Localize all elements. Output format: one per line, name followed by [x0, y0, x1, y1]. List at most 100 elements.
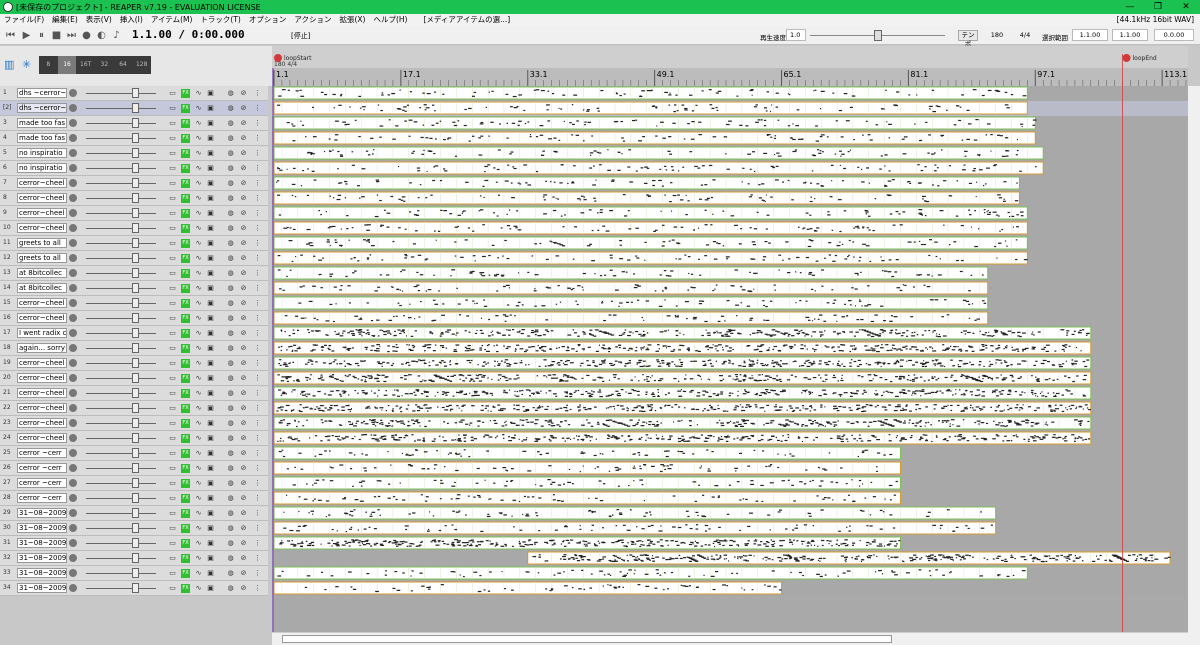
phase-icon[interactable]: ⊘ [239, 389, 248, 398]
track-row[interactable]: 33 31~08~2009 ▭ FX ∿ ▣ ◍ ⊘ ⋮ [0, 566, 268, 581]
monitor-icon[interactable]: ◍ [226, 194, 235, 203]
record-arm-icon[interactable] [69, 209, 77, 217]
fx-icon[interactable]: FX [181, 359, 190, 368]
monitor-icon[interactable]: ◍ [226, 269, 235, 278]
phase-icon[interactable]: ⊘ [239, 509, 248, 518]
volume-fader[interactable] [86, 183, 156, 184]
envelope-icon[interactable]: ∿ [194, 419, 203, 428]
menu-icon[interactable]: ⋮ [253, 359, 262, 368]
menu-icon[interactable]: ⋮ [253, 119, 262, 128]
volume-fader[interactable] [86, 273, 156, 274]
monitor-icon[interactable]: ◍ [226, 464, 235, 473]
record-arm-icon[interactable] [69, 194, 77, 202]
fx-icon[interactable]: FX [181, 224, 190, 233]
fx-icon[interactable]: FX [181, 449, 190, 458]
record-arm-icon[interactable] [69, 314, 77, 322]
io-icon[interactable]: ▣ [206, 584, 215, 593]
fx-icon[interactable]: FX [181, 89, 190, 98]
menu-icon[interactable]: ⋮ [253, 464, 262, 473]
phase-icon[interactable]: ⊘ [239, 569, 248, 578]
track-name-field[interactable]: made too fas [17, 118, 67, 128]
phase-icon[interactable]: ⊘ [239, 464, 248, 473]
repeat-icon[interactable]: ◐ [96, 30, 107, 41]
phase-icon[interactable]: ⊘ [239, 149, 248, 158]
media-item[interactable] [273, 131, 1036, 145]
track-name-field[interactable]: 31~08~2009 [17, 553, 67, 563]
track-row[interactable]: 31 31~08~2009 ▭ FX ∿ ▣ ◍ ⊘ ⋮ [0, 536, 268, 551]
phase-icon[interactable]: ⊘ [239, 269, 248, 278]
minimize-button[interactable]: — [1116, 0, 1144, 14]
pause-icon[interactable]: ⏸ [36, 30, 47, 41]
track-name-field[interactable]: cerror~cheel [17, 388, 67, 398]
monitor-icon[interactable]: ◍ [226, 164, 235, 173]
monitor-icon[interactable]: ◍ [226, 539, 235, 548]
record-arm-icon[interactable] [69, 104, 77, 112]
track-name-field[interactable]: dhs ~cerror~ [17, 103, 67, 113]
menu-options[interactable]: オプション [245, 14, 291, 26]
volume-fader-thumb[interactable] [132, 103, 139, 113]
io-icon[interactable]: ▣ [206, 224, 215, 233]
record-arm-icon[interactable] [69, 539, 77, 547]
volume-fader-thumb[interactable] [132, 163, 139, 173]
menu-icon[interactable]: ⋮ [253, 299, 262, 308]
fx-icon[interactable]: FX [181, 539, 190, 548]
folder-icon[interactable]: ▭ [168, 569, 177, 578]
fx-icon[interactable]: FX [181, 404, 190, 413]
track-name-field[interactable]: no inspiratio [17, 148, 67, 158]
playrate-slider-thumb[interactable] [873, 30, 882, 41]
io-icon[interactable]: ▣ [206, 194, 215, 203]
fx-icon[interactable]: FX [181, 329, 190, 338]
record-arm-icon[interactable] [69, 89, 77, 97]
volume-fader[interactable] [86, 378, 156, 379]
io-icon[interactable]: ▣ [206, 299, 215, 308]
track-row[interactable]: 4 made too fas ▭ FX ∿ ▣ ◍ ⊘ ⋮ [0, 131, 268, 146]
volume-fader-thumb[interactable] [132, 328, 139, 338]
grid-option[interactable]: 128 [132, 56, 151, 74]
envelope-icon[interactable]: ∿ [194, 464, 203, 473]
record-arm-icon[interactable] [69, 404, 77, 412]
fx-icon[interactable]: FX [181, 314, 190, 323]
io-icon[interactable]: ▣ [206, 164, 215, 173]
phase-icon[interactable]: ⊘ [239, 314, 248, 323]
envelope-icon[interactable]: ∿ [194, 374, 203, 383]
tempo-button[interactable]: テンポ [958, 30, 978, 48]
volume-fader-thumb[interactable] [132, 208, 139, 218]
folder-icon[interactable]: ▭ [168, 269, 177, 278]
monitor-icon[interactable]: ◍ [226, 404, 235, 413]
folder-icon[interactable]: ▭ [168, 539, 177, 548]
selection-length[interactable]: 0.0.00 [1154, 29, 1194, 41]
arrange-view[interactable]: 1.1 17.1 33.1 49.1 65.1 81.1 97.1 113.1 180 4/4 l… [272, 46, 1188, 632]
monitor-icon[interactable]: ◍ [226, 239, 235, 248]
monitor-icon[interactable]: ◍ [226, 104, 235, 113]
record-arm-icon[interactable] [69, 524, 77, 532]
envelope-icon[interactable]: ∿ [194, 239, 203, 248]
monitor-icon[interactable]: ◍ [226, 389, 235, 398]
phase-icon[interactable]: ⊘ [239, 179, 248, 188]
envelope-icon[interactable]: ∿ [194, 164, 203, 173]
folder-icon[interactable]: ▭ [168, 464, 177, 473]
track-name-field[interactable]: cerror~cheel [17, 193, 67, 203]
envelope-icon[interactable]: ∿ [194, 194, 203, 203]
monitor-icon[interactable]: ◍ [226, 224, 235, 233]
volume-fader-thumb[interactable] [132, 553, 139, 563]
phase-icon[interactable]: ⊘ [239, 299, 248, 308]
menu-icon[interactable]: ⋮ [253, 254, 262, 263]
volume-fader-thumb[interactable] [132, 493, 139, 503]
track-row[interactable]: 22 cerror~cheel ▭ FX ∿ ▣ ◍ ⊘ ⋮ [0, 401, 268, 416]
phase-icon[interactable]: ⊘ [239, 89, 248, 98]
volume-fader-thumb[interactable] [132, 508, 139, 518]
volume-fader[interactable] [86, 393, 156, 394]
fx-icon[interactable]: FX [181, 509, 190, 518]
go-to-start-icon[interactable]: ⏮ [5, 30, 16, 41]
fx-icon[interactable]: FX [181, 104, 190, 113]
io-icon[interactable]: ▣ [206, 344, 215, 353]
envelope-icon[interactable]: ∿ [194, 284, 203, 293]
record-arm-icon[interactable] [69, 269, 77, 277]
phase-icon[interactable]: ⊘ [239, 554, 248, 563]
menu-icon[interactable]: ⋮ [253, 164, 262, 173]
track-row[interactable]: 10 cerror~cheel ▭ FX ∿ ▣ ◍ ⊘ ⋮ [0, 221, 268, 236]
io-icon[interactable]: ▣ [206, 149, 215, 158]
volume-fader-thumb[interactable] [132, 223, 139, 233]
media-item[interactable] [273, 221, 1028, 235]
io-icon[interactable]: ▣ [206, 389, 215, 398]
